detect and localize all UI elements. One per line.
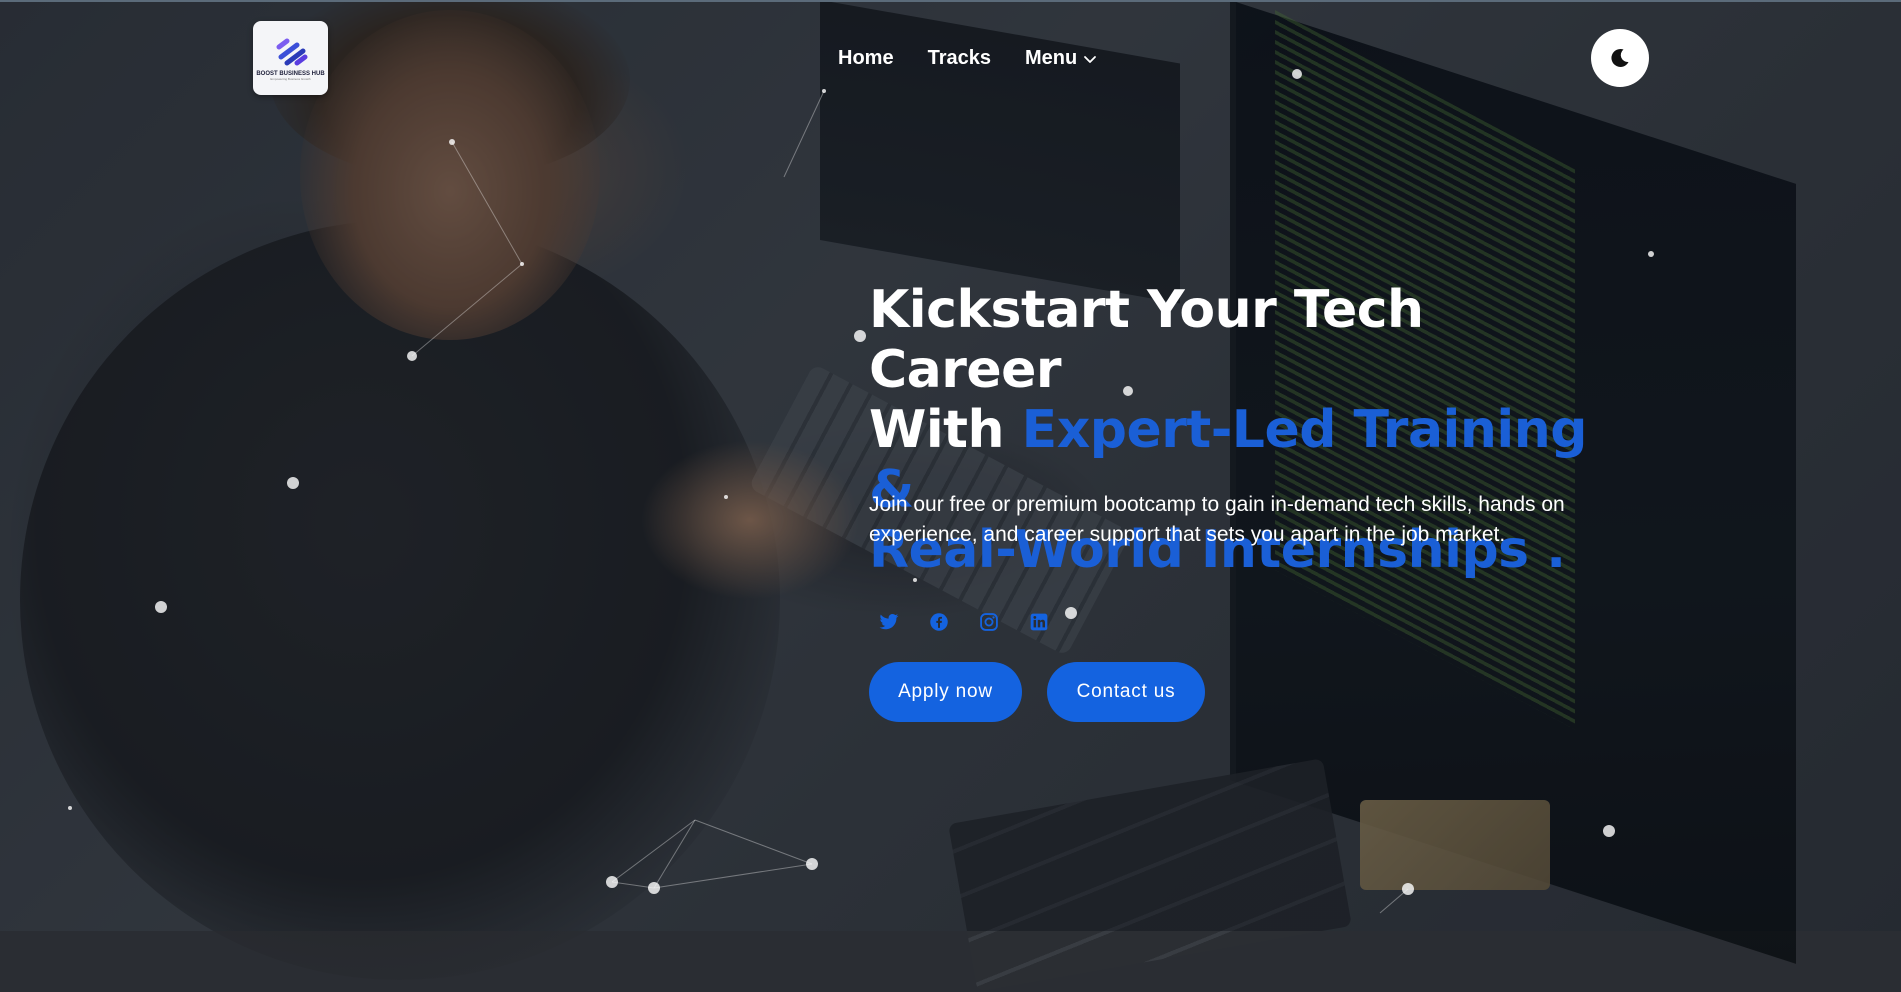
- nav-menu-dropdown[interactable]: Menu: [1025, 47, 1097, 70]
- nav-menu-label: Menu: [1024, 46, 1078, 69]
- linkedin-icon: [1030, 613, 1048, 631]
- nav-home-label: Home: [838, 46, 894, 69]
- nav-home[interactable]: Home: [838, 47, 894, 70]
- moon-icon: [1611, 48, 1629, 67]
- hero-title-prefix: With: [869, 400, 1022, 460]
- instagram-link[interactable]: [977, 610, 1001, 634]
- nav-tracks[interactable]: Tracks: [928, 47, 991, 70]
- chevron-down-icon: [1084, 56, 1097, 63]
- hero-title-line1: Kickstart Your Tech Career: [869, 280, 1424, 400]
- apply-now-button[interactable]: Apply now: [869, 662, 1022, 722]
- theme-toggle-button[interactable]: [1591, 29, 1649, 87]
- linkedin-link[interactable]: [1027, 610, 1051, 634]
- instagram-icon: [980, 613, 998, 631]
- logo-tagline: Empowering Business Growth: [270, 77, 311, 81]
- contact-us-button[interactable]: Contact us: [1047, 662, 1205, 722]
- twitter-link[interactable]: [877, 610, 901, 634]
- twitter-icon: [879, 614, 899, 630]
- nav-tracks-label: Tracks: [927, 46, 991, 69]
- facebook-link[interactable]: [927, 610, 951, 634]
- main-nav: Home Tracks Menu: [838, 44, 1131, 72]
- facebook-icon: [930, 613, 948, 631]
- logo-mark-icon: [276, 38, 307, 66]
- logo[interactable]: BOOST BUSINESS HUB Empowering Business G…: [253, 21, 328, 95]
- social-links: [877, 610, 1077, 634]
- hero-description: Join our free or premium bootcamp to gai…: [869, 493, 1565, 546]
